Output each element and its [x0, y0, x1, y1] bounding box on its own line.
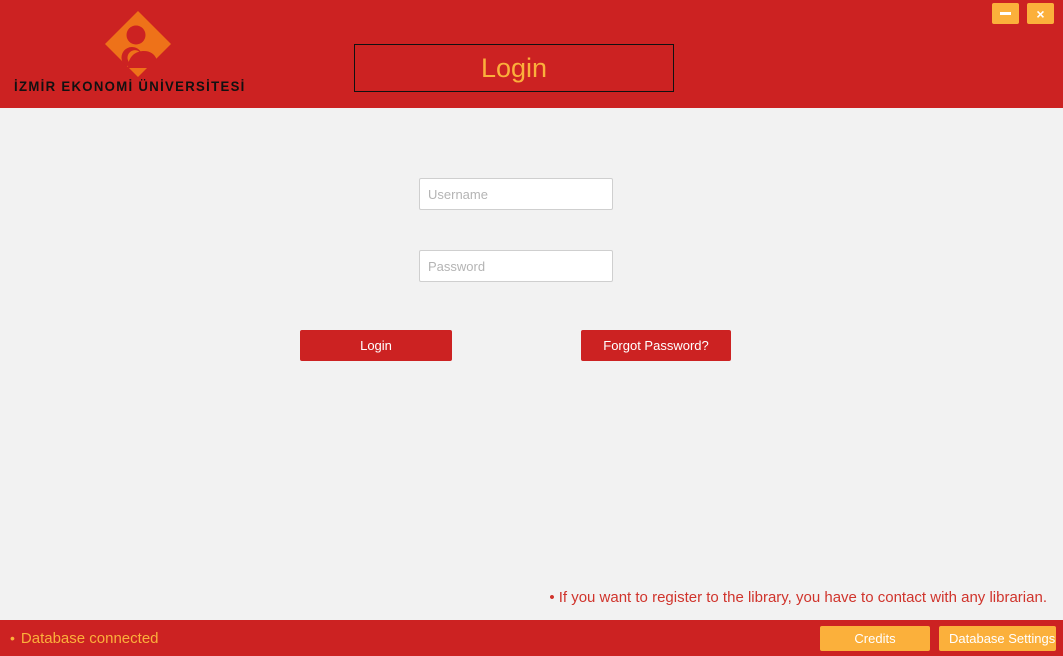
status-bar: • Database connected Credits Database Set…: [0, 620, 1063, 656]
page-title: Login: [480, 52, 548, 83]
password-input[interactable]: [419, 250, 613, 282]
registration-notice-text: If you want to register to the library, …: [558, 589, 1047, 606]
status-bullet-icon: •: [10, 630, 15, 646]
registration-notice: • If you want to register to the library,…: [549, 589, 1047, 606]
window-header: İZMİR EKONOMİ ÜNİVERSİTESİ Login ×: [0, 0, 1063, 108]
close-icon: ×: [1036, 5, 1045, 22]
status-bar-actions: Credits Database Settings: [820, 620, 1056, 656]
brand-name: İZMİR EKONOMİ ÜNİVERSİTESİ: [14, 78, 246, 94]
database-status: • Database connected: [10, 620, 159, 656]
brand-block: İZMİR EKONOMİ ÜNİVERSİTESİ: [0, 0, 290, 105]
login-window: İZMİR EKONOMİ ÜNİVERSİTESİ Login × Login…: [0, 0, 1063, 656]
izmir-ekonomi-diamond-logo-icon: [104, 10, 172, 78]
forgot-password-button[interactable]: Forgot Password?: [581, 330, 731, 361]
minimize-icon: [1000, 12, 1011, 15]
login-form-area: Login Forgot Password? •If you want to r…: [0, 108, 1063, 620]
window-controls: ×: [992, 3, 1054, 24]
database-settings-button[interactable]: Database Settings: [939, 625, 1056, 651]
notice-bullet-icon: •: [549, 589, 555, 606]
close-button[interactable]: ×: [1027, 3, 1054, 24]
username-input[interactable]: [419, 178, 613, 210]
login-button[interactable]: Login: [300, 330, 452, 361]
credits-button[interactable]: Credits: [820, 625, 930, 651]
minimize-button[interactable]: [992, 3, 1019, 24]
database-status-text: Database connected: [20, 629, 159, 647]
page-title-box: Login: [354, 44, 674, 92]
